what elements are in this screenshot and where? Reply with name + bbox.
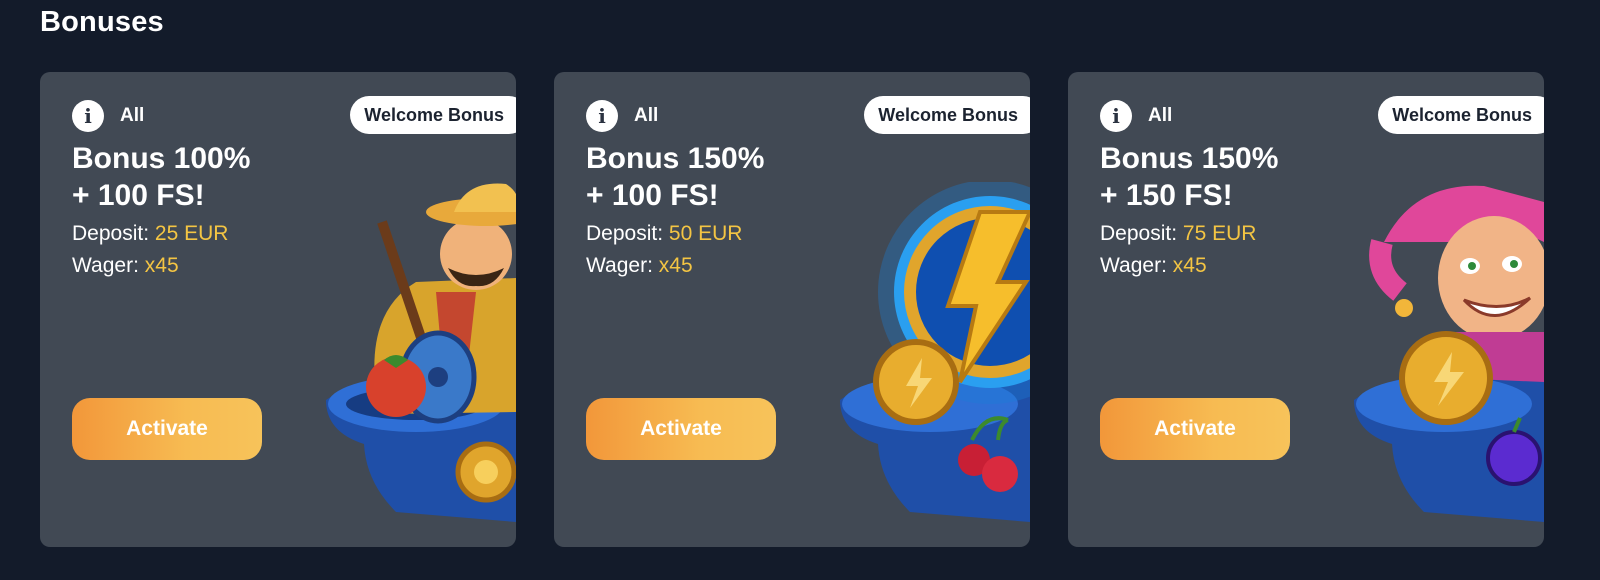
card-category: All [120, 105, 145, 126]
card-info-row: i All [1100, 100, 1172, 132]
bonus-cards: i All Welcome Bonus Bonus 100% + 100 FS!… [40, 72, 1544, 547]
lightning-coin-illustration [840, 182, 1030, 522]
deposit-value: 25 EUR [154, 222, 229, 245]
bonus-card: i All Welcome Bonus Bonus 150% + 150 FS!… [1068, 72, 1544, 547]
wager-row: Wager: x45 [72, 254, 179, 278]
welcome-bonus-badge: Welcome Bonus [864, 96, 1030, 134]
info-icon[interactable]: i [586, 100, 618, 132]
deposit-label: Deposit: [586, 222, 664, 245]
bonus-title: Bonus 150% + 150 FS! [1100, 140, 1278, 214]
activate-button[interactable]: Activate [586, 398, 776, 460]
wager-label: Wager: [72, 254, 139, 277]
activate-button[interactable]: Activate [1100, 398, 1290, 460]
bonus-title-line2: + 100 FS! [586, 179, 719, 212]
info-icon[interactable]: i [1100, 100, 1132, 132]
deposit-row: Deposit: 50 EUR [586, 222, 742, 246]
wager-value: x45 [1172, 254, 1207, 277]
deposit-row: Deposit: 75 EUR [1100, 222, 1256, 246]
card-category: All [634, 105, 659, 126]
wager-value: x45 [144, 254, 179, 277]
bonus-card: i All Welcome Bonus Bonus 100% + 100 FS!… [40, 72, 516, 547]
wager-row: Wager: x45 [586, 254, 693, 278]
activate-button[interactable]: Activate [72, 398, 262, 460]
wager-label: Wager: [586, 254, 653, 277]
bonus-title: Bonus 150% + 100 FS! [586, 140, 764, 214]
deposit-label: Deposit: [1100, 222, 1178, 245]
bonus-title-line1: Bonus 150% [586, 142, 765, 175]
wager-row: Wager: x45 [1100, 254, 1207, 278]
info-icon[interactable]: i [72, 100, 104, 132]
bonus-title-line1: Bonus 100% [72, 142, 251, 175]
bonus-title-line1: Bonus 150% [1100, 142, 1279, 175]
deposit-value: 75 EUR [1182, 222, 1257, 245]
card-category: All [1148, 105, 1173, 126]
bonus-title: Bonus 100% + 100 FS! [72, 140, 250, 214]
bonus-card: i All Welcome Bonus Bonus 150% + 100 FS!… [554, 72, 1030, 547]
deposit-value: 50 EUR [668, 222, 743, 245]
card-info-row: i All [72, 100, 144, 132]
wager-value: x45 [658, 254, 693, 277]
deposit-label: Deposit: [72, 222, 150, 245]
wager-label: Wager: [1100, 254, 1167, 277]
deposit-row: Deposit: 25 EUR [72, 222, 228, 246]
welcome-bonus-badge: Welcome Bonus [350, 96, 516, 134]
card-info-row: i All [586, 100, 658, 132]
jester-illustration [1354, 185, 1544, 522]
welcome-bonus-badge: Welcome Bonus [1378, 96, 1544, 134]
bonus-title-line2: + 150 FS! [1100, 179, 1233, 212]
mariachi-illustration [326, 183, 516, 522]
page-title: Bonuses [40, 6, 164, 38]
bonus-title-line2: + 100 FS! [72, 179, 205, 212]
